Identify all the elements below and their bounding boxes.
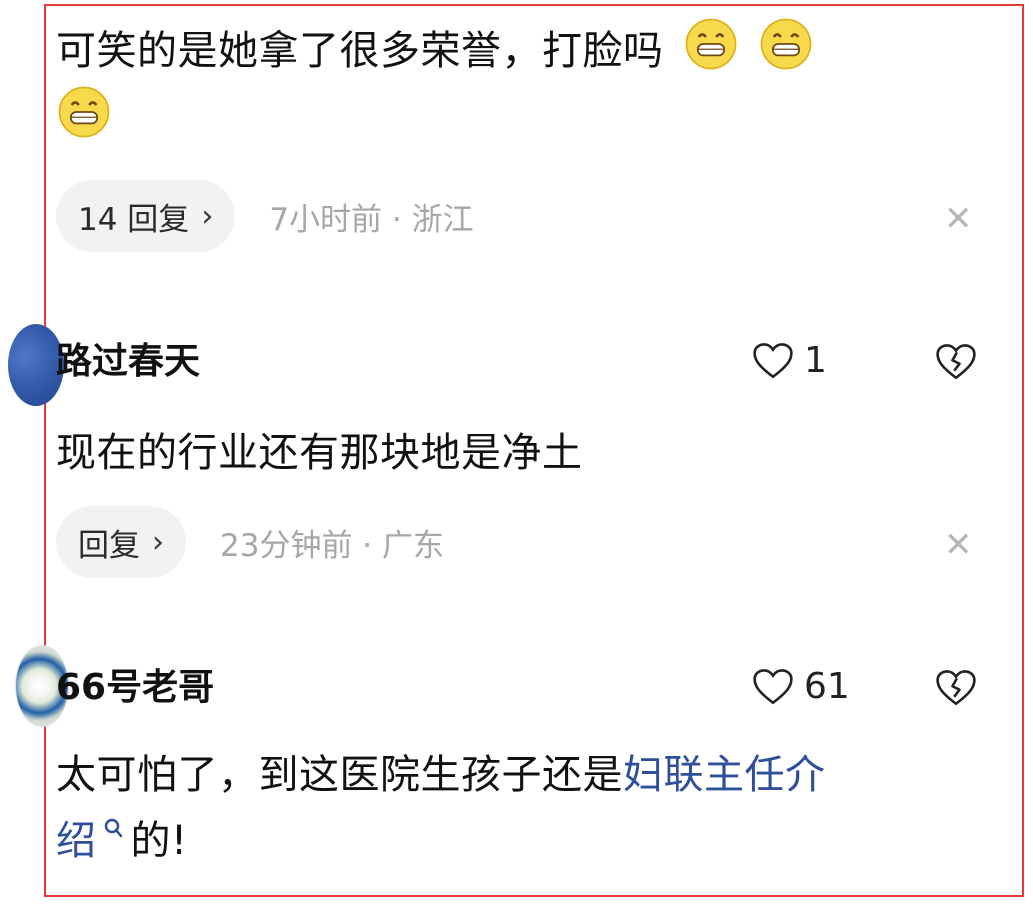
grinning-face-emoji: [58, 86, 110, 138]
comment-text-content: 可笑的是她拿了很多荣誉，打脸吗: [56, 28, 664, 74]
grinning-face-emoji: [760, 18, 812, 70]
close-icon[interactable]: ✕: [944, 528, 973, 562]
reply-label: 回复: [78, 527, 140, 564]
heart-icon: [753, 668, 793, 704]
like-button[interactable]: 1: [752, 340, 827, 381]
keyword-link[interactable]: 妇联主任介: [623, 752, 826, 798]
like-count: 1: [804, 340, 827, 381]
comment-text: 太可怕了，到这医院生孩子还是妇联主任介 绍的!: [56, 742, 986, 874]
like-count: 61: [804, 666, 850, 707]
chevron-right-icon: ›: [201, 198, 214, 234]
keyword-link[interactable]: 绍: [56, 818, 97, 864]
chevron-right-icon: ›: [152, 524, 164, 560]
comment-text: 现在的行业还有那块地是净土: [56, 420, 916, 486]
reply-count-label: 14 回复: [78, 201, 190, 238]
broken-heart-icon[interactable]: [935, 342, 977, 382]
grinning-face-emoji: [685, 18, 737, 70]
comment-time-location: 7小时前 · 浙江: [269, 201, 474, 238]
username[interactable]: 路过春天: [56, 338, 200, 386]
heart-icon: [753, 342, 793, 378]
comment-text: 可笑的是她拿了很多荣誉，打脸吗: [56, 16, 936, 152]
search-icon[interactable]: [103, 818, 123, 840]
comment-text-after-link: 的!: [130, 818, 188, 864]
comment-meta-row: 14 回复 › 7小时前 · 浙江: [56, 180, 474, 252]
like-button[interactable]: 61: [752, 666, 850, 707]
comment-meta-row: 回复 › 23分钟前 · 广东: [56, 506, 444, 578]
comment-text-before-link: 太可怕了，到这医院生孩子还是: [56, 752, 623, 798]
broken-heart-icon[interactable]: [935, 668, 977, 708]
comment-text-content: 现在的行业还有那块地是净土: [56, 430, 583, 476]
highlight-frame: 可笑的是她拿了很多荣誉，打脸吗 14 回复 › 7小时前 · 浙江 ✕ 路过春天…: [8, 4, 1024, 897]
close-icon[interactable]: ✕: [944, 202, 973, 236]
username[interactable]: 66号老哥: [56, 664, 214, 712]
reply-button[interactable]: 14 回复 ›: [56, 180, 236, 252]
comment-time-location: 23分钟前 · 广东: [220, 527, 445, 564]
reply-button[interactable]: 回复 ›: [56, 506, 186, 578]
comment-thread-screen: 可笑的是她拿了很多荣誉，打脸吗 14 回复 › 7小时前 · 浙江 ✕ 路过春天…: [0, 0, 1033, 908]
